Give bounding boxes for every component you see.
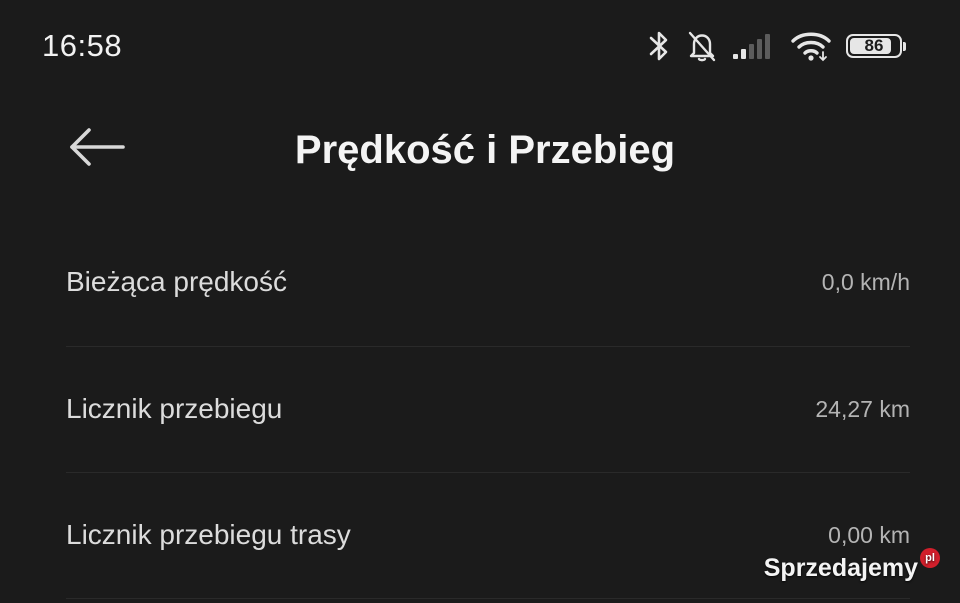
bell-off-icon xyxy=(686,29,718,63)
bluetooth-icon xyxy=(646,29,672,63)
row-label: Licznik przebiegu trasy xyxy=(66,519,351,550)
row-label: Bieżąca prędkość xyxy=(66,266,288,297)
page-title: Prędkość i Przebieg xyxy=(294,128,676,172)
divider xyxy=(66,472,910,473)
signal-icon xyxy=(732,31,776,61)
watermark-text: Sprzedajemy xyxy=(763,554,918,582)
list-item-current-speed[interactable]: Bieżąca prędkość 0,0 km/h xyxy=(66,252,910,312)
battery-percent: 86 xyxy=(864,36,884,55)
battery-icon: 86 xyxy=(846,34,906,58)
divider xyxy=(66,598,910,599)
watermark-badge: pl xyxy=(920,548,940,568)
row-value: 0,00 km xyxy=(828,521,910,548)
status-icons: 86 xyxy=(646,28,906,64)
row-value: 0,0 km/h xyxy=(821,268,910,295)
row-label: Licznik przebiegu xyxy=(66,393,283,424)
status-time: 16:58 xyxy=(42,28,123,63)
row-value: 24,27 km xyxy=(815,395,910,422)
screen: 16:58 86 Prędkość i Przebieg Bieżąca prę… xyxy=(0,0,960,603)
wifi-icon xyxy=(790,30,832,62)
divider xyxy=(66,346,910,347)
list-item-odometer[interactable]: Licznik przebiegu 24,27 km xyxy=(66,379,910,439)
watermark: Sprzedajemy pl xyxy=(763,548,940,583)
